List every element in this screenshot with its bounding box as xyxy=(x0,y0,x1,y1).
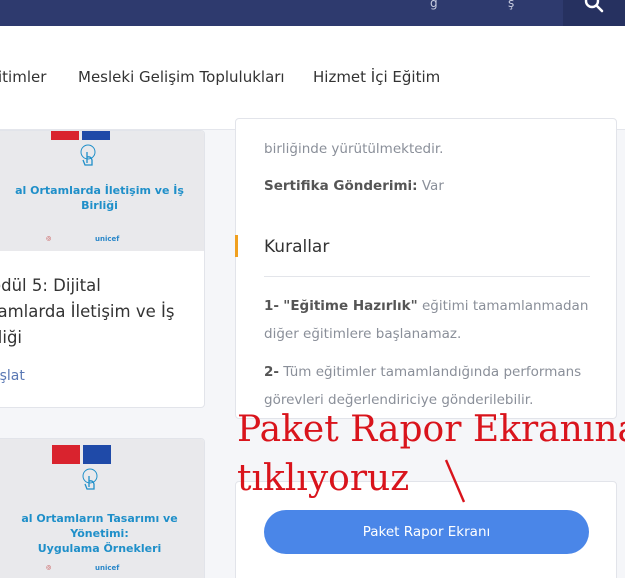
rule-2-line-1: 2- Tüm eğitimler tamamlandığında perform… xyxy=(264,364,581,380)
course-card[interactable]: al Ortamların Tasarımı ve Yönetimi: Uygu… xyxy=(0,438,205,578)
turkey-flag-icon xyxy=(51,131,79,140)
course-title: odül 5: Dijital tamlarda İletişim ve İş … xyxy=(0,273,196,351)
top-bar: g ş xyxy=(0,0,625,26)
package-report-button[interactable]: Paket Rapor Ekranı xyxy=(264,510,589,554)
certificate-info: Sertifika Gönderimi: Var xyxy=(264,178,444,194)
thumbnail-title-line: Uygulama Örnekleri xyxy=(37,542,162,555)
course-thumbnail: al Ortamların Tasarımı ve Yönetimi: Uygu… xyxy=(0,439,204,578)
eu-flag-icon xyxy=(83,445,111,464)
course-details-panel: birliğinde yürütülmektedir. Sertifika Gö… xyxy=(235,118,617,419)
course-title-line: odül 5: Dijital xyxy=(0,276,101,295)
rule-1-line-2: diğer eğitimlere başlanamaz. xyxy=(264,326,462,342)
annotation-text: tıklıyoruz xyxy=(237,458,410,499)
ministry-logo-icon: ◎ xyxy=(46,235,52,242)
course-thumbnail: al Ortamlarda İletişim ve İş Birliği ◎ u… xyxy=(0,131,204,251)
topbar-text[interactable]: ş xyxy=(508,0,514,10)
annotation-text: Paket Rapor Ekranına xyxy=(237,409,625,450)
start-link[interactable]: aşlat xyxy=(0,368,25,384)
rules-heading: Kurallar xyxy=(264,237,330,257)
rule-1-line-1: 1- "Eğitime Hazırlık" eğitimi tamamlanma… xyxy=(264,298,588,314)
turkey-flag-icon xyxy=(52,445,80,464)
nav-item-egitimler[interactable]: itimler xyxy=(0,68,46,86)
course-title-line: tamlarda İletişim ve İş xyxy=(0,302,175,321)
nav-item-mesleki-gelisim[interactable]: Mesleki Gelişim Toplulukları xyxy=(78,68,285,86)
rule-2-line-2: görevleri değerlendiriciye gönderilebili… xyxy=(264,392,534,408)
thumbnail-title: al Ortamların Tasarımı ve Yönetimi: Uygu… xyxy=(0,511,201,556)
search-button[interactable] xyxy=(563,0,625,26)
course-title-line: rliği xyxy=(0,328,23,347)
thumbnail-title-line: al Ortamların Tasarımı ve Yönetimi: xyxy=(21,512,178,540)
nav-item-hizmet-ici[interactable]: Hizmet İçi Eğitim xyxy=(313,68,440,86)
main-navbar: itimler Mesleki Gelişim Toplulukları Hiz… xyxy=(0,26,625,130)
rule-emphasis: "Eğitime Hazırlık" xyxy=(283,298,418,314)
ministry-logo-icon: ◎ xyxy=(46,564,52,571)
unicef-logo-icon: unicef xyxy=(95,235,120,243)
certificate-label: Sertifika Gönderimi: xyxy=(264,178,418,194)
section-accent xyxy=(235,235,238,257)
course-card[interactable]: al Ortamlarda İletişim ve İş Birliği ◎ u… xyxy=(0,130,205,408)
touch-hand-icon xyxy=(80,144,96,166)
eu-flag-icon xyxy=(82,131,110,140)
rule-number: 2- xyxy=(264,364,279,380)
unicef-logo-icon: unicef xyxy=(95,564,120,572)
rule-text: Tüm eğitimler tamamlandığında performans xyxy=(283,364,582,380)
details-text: birliğinde yürütülmektedir. xyxy=(264,141,444,157)
annotation-arrow-icon xyxy=(444,459,466,503)
topbar-text[interactable]: g xyxy=(430,0,438,10)
search-icon xyxy=(584,0,604,13)
section-divider xyxy=(264,276,590,277)
touch-hand-icon xyxy=(82,468,98,490)
thumbnail-title: al Ortamlarda İletişim ve İş Birliği xyxy=(15,184,184,212)
rule-number: 1- xyxy=(264,298,279,314)
rule-text: eğitimi tamamlanmadan xyxy=(421,298,589,314)
certificate-value: Var xyxy=(421,178,444,194)
